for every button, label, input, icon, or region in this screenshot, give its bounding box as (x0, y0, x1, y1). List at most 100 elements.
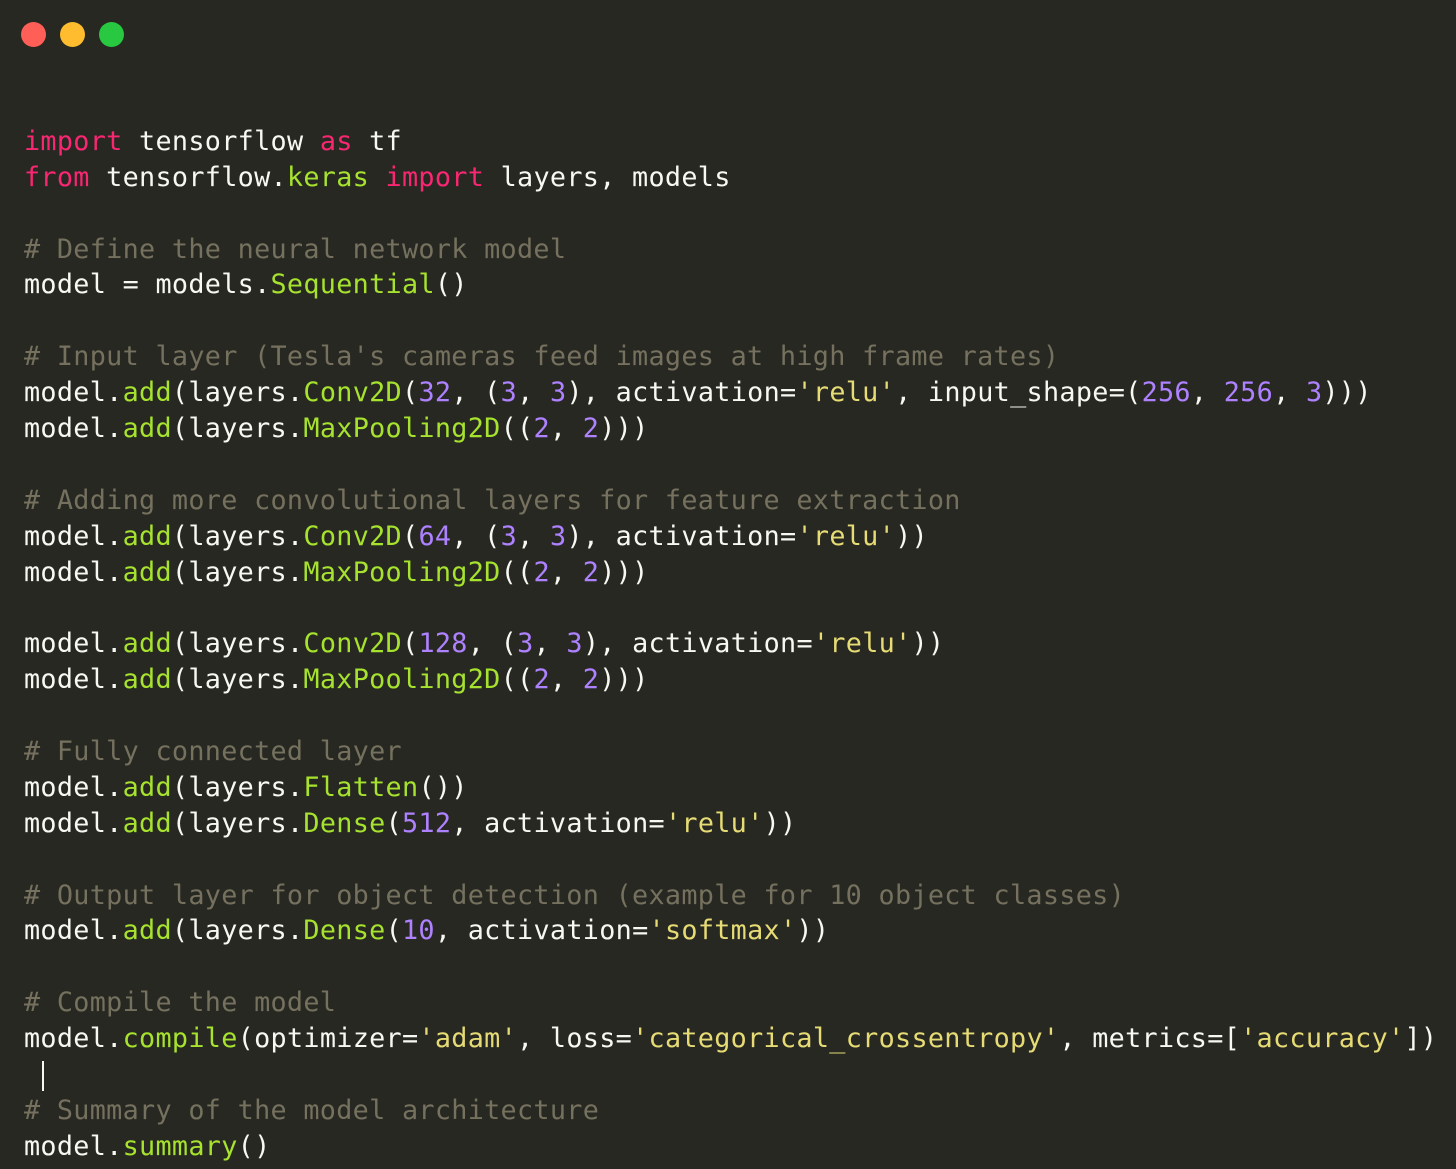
code-line: model.add(layers.Flatten()) (24, 770, 1456, 806)
default-token: model. (24, 520, 123, 552)
default-token: model. (24, 664, 123, 696)
default-token: , loss= (517, 1023, 633, 1055)
default-token: (layers. (171, 520, 304, 552)
default-token: , (1190, 377, 1224, 409)
default-token: , (517, 377, 550, 409)
func-token: MaxPooling2D (303, 413, 501, 445)
default-token: )) (911, 628, 945, 660)
default-token: ), activation= (566, 520, 797, 552)
default-token: , ( (451, 520, 501, 552)
code-line: model.add(layers.MaxPooling2D((2, 2))) (24, 555, 1456, 591)
string-token: 'categorical_crossentropy' (632, 1023, 1060, 1055)
keyword-token: from (24, 161, 90, 193)
code-line: # Define the neural network model (24, 232, 1456, 268)
code-line: # Compile the model (24, 985, 1456, 1021)
default-token: )) (796, 915, 830, 947)
default-token: )) (895, 520, 928, 552)
number-token: 2 (533, 413, 550, 445)
func-token: add (122, 915, 172, 947)
default-token: ))) (599, 556, 649, 588)
number-token: 10 (402, 915, 435, 947)
close-button[interactable] (21, 22, 46, 47)
number-token: 2 (533, 556, 550, 588)
default-token: ( (385, 915, 402, 947)
default-token: ( (385, 807, 402, 839)
default-token: tensorflow (122, 125, 320, 157)
func-token: add (122, 556, 172, 588)
code-line: model.add(layers.Conv2D(64, (3, 3), acti… (24, 519, 1456, 555)
code-block[interactable]: import tensorflow as tf from tensorflow.k… (24, 88, 1456, 1165)
code-line: model = models.Sequential() (24, 267, 1456, 303)
comment-token: # Fully connected layer (24, 736, 402, 768)
default-token: , metrics=[ (1059, 1023, 1241, 1055)
default-token: , (549, 413, 583, 445)
default-token: (layers. (171, 413, 304, 445)
default-token: (layers. (171, 915, 304, 947)
default-token: (layers. (171, 628, 304, 660)
minimize-button[interactable] (60, 22, 85, 47)
code-line: model.add(layers.Conv2D(128, (3, 3), act… (24, 626, 1456, 662)
default-token: model. (24, 377, 123, 409)
number-token: 2 (582, 413, 600, 445)
code-line: # Input layer (Tesla's cameras feed imag… (24, 339, 1456, 375)
default-token: (optimizer= (237, 1023, 419, 1055)
func-token: Dense (303, 807, 386, 839)
func-token: add (122, 377, 172, 409)
default-token: , (549, 556, 583, 588)
default-token: ]) (1404, 1023, 1438, 1055)
default-token: model. (24, 1023, 123, 1055)
maximize-button[interactable] (99, 22, 124, 47)
number-token: 128 (418, 628, 468, 660)
default-token: ), activation= (566, 377, 797, 409)
comment-token: # Compile the model (24, 987, 337, 1019)
func-token: Sequential (270, 269, 435, 301)
code-line: from tensorflow.keras import layers, mod… (24, 160, 1456, 196)
default-token: , (549, 664, 583, 696)
default-token: (layers. (171, 664, 304, 696)
code-line: # Fully connected layer (24, 734, 1456, 770)
code-line (24, 1057, 1456, 1093)
func-token: compile (122, 1023, 238, 1055)
default-token: , activation= (434, 915, 649, 947)
func-token: keras (286, 161, 370, 193)
func-token: add (122, 628, 172, 660)
number-token: 2 (582, 664, 600, 696)
number-token: 3 (517, 628, 534, 660)
comment-token: # Output layer for object detection (exa… (24, 879, 1126, 911)
keyword-token: as (319, 125, 353, 157)
default-token: model. (24, 628, 123, 660)
func-token: add (122, 413, 172, 445)
default-token: (( (500, 413, 534, 445)
func-token: add (122, 807, 172, 839)
number-token: 64 (418, 520, 452, 552)
code-line: model.add(layers.Dense(512, activation='… (24, 806, 1456, 842)
number-token: 256 (1223, 377, 1274, 409)
func-token: Conv2D (303, 628, 402, 660)
number-token: 512 (402, 807, 452, 839)
comment-token: # Define the neural network model (24, 233, 567, 265)
default-token: model = models. (24, 269, 271, 301)
func-token: Dense (303, 915, 386, 947)
string-token: 'adam' (418, 1023, 518, 1055)
string-token: 'relu' (796, 520, 896, 552)
default-token: , ( (467, 628, 518, 660)
code-line: model.add(layers.MaxPooling2D((2, 2))) (24, 411, 1456, 447)
string-token: 'relu' (796, 377, 896, 409)
default-token: layers, models (484, 161, 731, 193)
number-token: 3 (549, 377, 567, 409)
code-line: model.compile(optimizer='adam', loss='ca… (24, 1021, 1456, 1057)
default-token: ))) (599, 664, 649, 696)
default-token: model. (24, 771, 123, 803)
code-line: # Output layer for object detection (exa… (24, 878, 1456, 914)
code-editor-window: import tensorflow as tf from tensorflow.k… (0, 0, 1456, 1169)
default-token: (layers. (171, 771, 304, 803)
string-token: 'accuracy' (1240, 1023, 1405, 1055)
string-token: 'relu' (664, 807, 764, 839)
code-line: # Summary of the model architecture (24, 1093, 1456, 1129)
number-token: 2 (533, 664, 550, 696)
default-token: ), activation= (582, 628, 813, 660)
